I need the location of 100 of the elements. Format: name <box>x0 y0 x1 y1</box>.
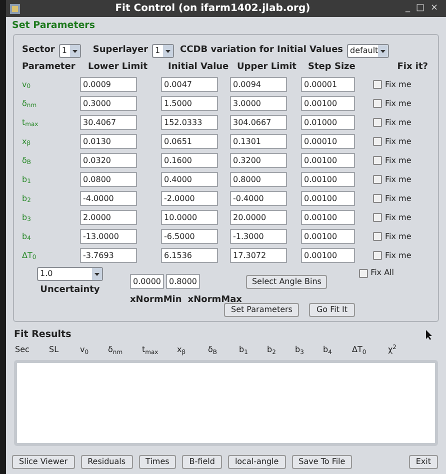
lower-limit-field[interactable]: 30.4067 <box>80 115 137 130</box>
exit-button[interactable]: Exit <box>408 455 438 469</box>
results-column-header: δ$_{B}$ <box>208 344 218 356</box>
parameter-name: ΔT$_{0}$ <box>22 250 38 262</box>
fix-checkbox[interactable] <box>373 118 382 127</box>
parameter-name: v$_{0}$ <box>22 78 32 90</box>
parameter-name: b$_{2}$ <box>22 192 32 204</box>
upper-limit-field[interactable]: -0.4000 <box>230 191 287 206</box>
step-size-field[interactable]: 0.00010 <box>301 134 355 149</box>
upper-limit-field[interactable]: 17.3072 <box>230 248 287 263</box>
initial-value-field[interactable]: 0.1600 <box>161 153 218 168</box>
parameter-name: δ$_{B}$ <box>22 154 32 166</box>
initial-value-field[interactable]: -2.0000 <box>161 191 218 206</box>
results-column-header: b$_{2}$ <box>267 344 277 356</box>
checkbox-label: Fix me <box>385 116 412 128</box>
lower-limit-field[interactable]: 0.0009 <box>80 77 137 92</box>
lower-limit-field[interactable]: -4.0000 <box>80 191 137 206</box>
step-size-field[interactable]: 0.00100 <box>301 153 355 168</box>
upper-limit-field[interactable]: -1.3000 <box>230 229 287 244</box>
toolbar-button[interactable]: Residuals <box>80 455 133 469</box>
ccdb-variation-dropdown[interactable]: default <box>347 44 390 58</box>
initial-value-field[interactable]: 10.0000 <box>161 210 218 225</box>
lower-limit-field[interactable]: 0.3000 <box>80 96 137 111</box>
xnormmax-field[interactable]: 0.8000 <box>166 274 200 289</box>
checkbox-label: Fix me <box>385 174 412 186</box>
lower-limit-field[interactable]: 0.0800 <box>80 172 137 187</box>
checkbox-label: Fix me <box>385 78 412 90</box>
fix-checkbox[interactable] <box>373 137 382 146</box>
upper-limit-field[interactable]: 0.3200 <box>230 153 287 168</box>
initial-value-field[interactable]: 152.0333 <box>161 115 218 130</box>
step-size-field[interactable]: 0.00100 <box>301 248 355 263</box>
window-control[interactable]: _ <box>405 2 410 16</box>
fix-checkbox[interactable] <box>373 175 382 184</box>
lower-limit-field[interactable]: 0.0130 <box>80 134 137 149</box>
app-icon <box>10 4 20 14</box>
step-size-field[interactable]: 0.01000 <box>301 115 355 130</box>
upper-limit-field[interactable]: 0.0094 <box>230 77 287 92</box>
lower-limit-field[interactable]: -3.7693 <box>80 248 137 263</box>
window-title: Fit Control (on ifarm1402.jlab.org) <box>114 2 312 16</box>
fix-checkbox[interactable] <box>373 194 382 203</box>
toolbar-button[interactable]: Save To File <box>292 455 352 469</box>
xnormmin-label: xNormMin <box>130 294 182 307</box>
results-column-header: b$_{4}$ <box>323 344 333 356</box>
lower-limit-field[interactable]: 2.0000 <box>80 210 137 225</box>
results-column-header: t$_{max}$ <box>142 344 160 356</box>
checkbox-label: Fix me <box>385 154 412 166</box>
checkbox-label: Fix me <box>385 136 412 148</box>
parameter-header: Parameter <box>22 61 76 74</box>
fix-checkbox[interactable] <box>373 251 382 260</box>
checkbox-label: Fix me <box>385 98 412 110</box>
step-size-field[interactable]: 0.00100 <box>301 191 355 206</box>
parameter-name: t$_{max}$ <box>22 116 40 128</box>
xnormmax-label: xNormMax <box>188 294 242 306</box>
initial-value-field[interactable]: 0.0047 <box>161 77 218 92</box>
fix-checkbox[interactable] <box>373 80 382 89</box>
results-column-header: δ$_{nm}$ <box>108 344 124 356</box>
results-column-header: Sec <box>15 344 30 356</box>
set-parameters-button[interactable]: Set Parameters <box>224 303 300 317</box>
upper-limit-field[interactable]: 20.0000 <box>230 210 287 225</box>
upper-limit-field[interactable]: 0.8000 <box>230 172 287 187</box>
initial-value-field[interactable]: 6.1536 <box>161 248 218 263</box>
toolbar-button[interactable]: B-field <box>182 455 222 469</box>
toolbar-button[interactable]: local-angle <box>228 455 286 469</box>
step-size-field[interactable]: 0.00100 <box>301 229 355 244</box>
results-column-header: χ$^{2}$ <box>388 344 398 356</box>
fix-all-checkbox[interactable] <box>358 268 368 278</box>
fix-it-header: Fix it? <box>396 61 428 74</box>
fix-checkbox[interactable] <box>373 232 382 241</box>
superlayer-dropdown[interactable]: 1 <box>152 44 174 58</box>
step-size-field[interactable]: 0.00001 <box>301 77 355 92</box>
results-text-area[interactable] <box>14 360 438 446</box>
toolbar-button[interactable]: Slice Viewer <box>12 455 75 469</box>
initial-value-field[interactable]: 0.4000 <box>161 172 218 187</box>
window-control[interactable]: □ <box>416 2 424 16</box>
initial-value-field[interactable]: 1.5000 <box>161 96 218 111</box>
uncertainty-dropdown[interactable]: 1.0 <box>37 267 103 281</box>
xnormmin-field[interactable]: 0.0000 <box>130 274 164 289</box>
upper-limit-field[interactable]: 3.0000 <box>230 96 287 111</box>
sector-dropdown[interactable]: 1 <box>58 44 81 58</box>
step-size-field[interactable]: 0.00100 <box>301 210 355 225</box>
go-fit-it-button[interactable]: Go Fit It <box>309 303 355 317</box>
lower-limit-field[interactable]: -13.0000 <box>80 229 137 244</box>
upper-limit-field[interactable]: 304.0667 <box>230 115 287 130</box>
fix-checkbox[interactable] <box>373 213 382 222</box>
results-column-header: x$_{β}$ <box>177 344 187 356</box>
mouse-cursor-icon <box>426 330 432 340</box>
initial-value-field[interactable]: 0.0651 <box>161 134 218 149</box>
toolbar-button[interactable]: Times <box>138 455 176 469</box>
initial-value-field[interactable]: -6.5000 <box>161 229 218 244</box>
step-size-field[interactable]: 0.00100 <box>301 96 355 111</box>
checkbox-label: Fix me <box>385 212 412 224</box>
results-column-header: b$_{1}$ <box>239 344 249 356</box>
select-angle-bins-button[interactable]: Select Angle Bins <box>246 275 328 289</box>
section-title: Fit Results <box>14 328 72 342</box>
fix-checkbox[interactable] <box>373 156 382 165</box>
upper-limit-field[interactable]: 0.1301 <box>230 134 287 149</box>
window-control[interactable]: × <box>430 2 438 16</box>
step-size-field[interactable]: 0.00100 <box>301 172 355 187</box>
fix-checkbox[interactable] <box>373 99 382 108</box>
lower-limit-field[interactable]: 0.0320 <box>80 153 137 168</box>
